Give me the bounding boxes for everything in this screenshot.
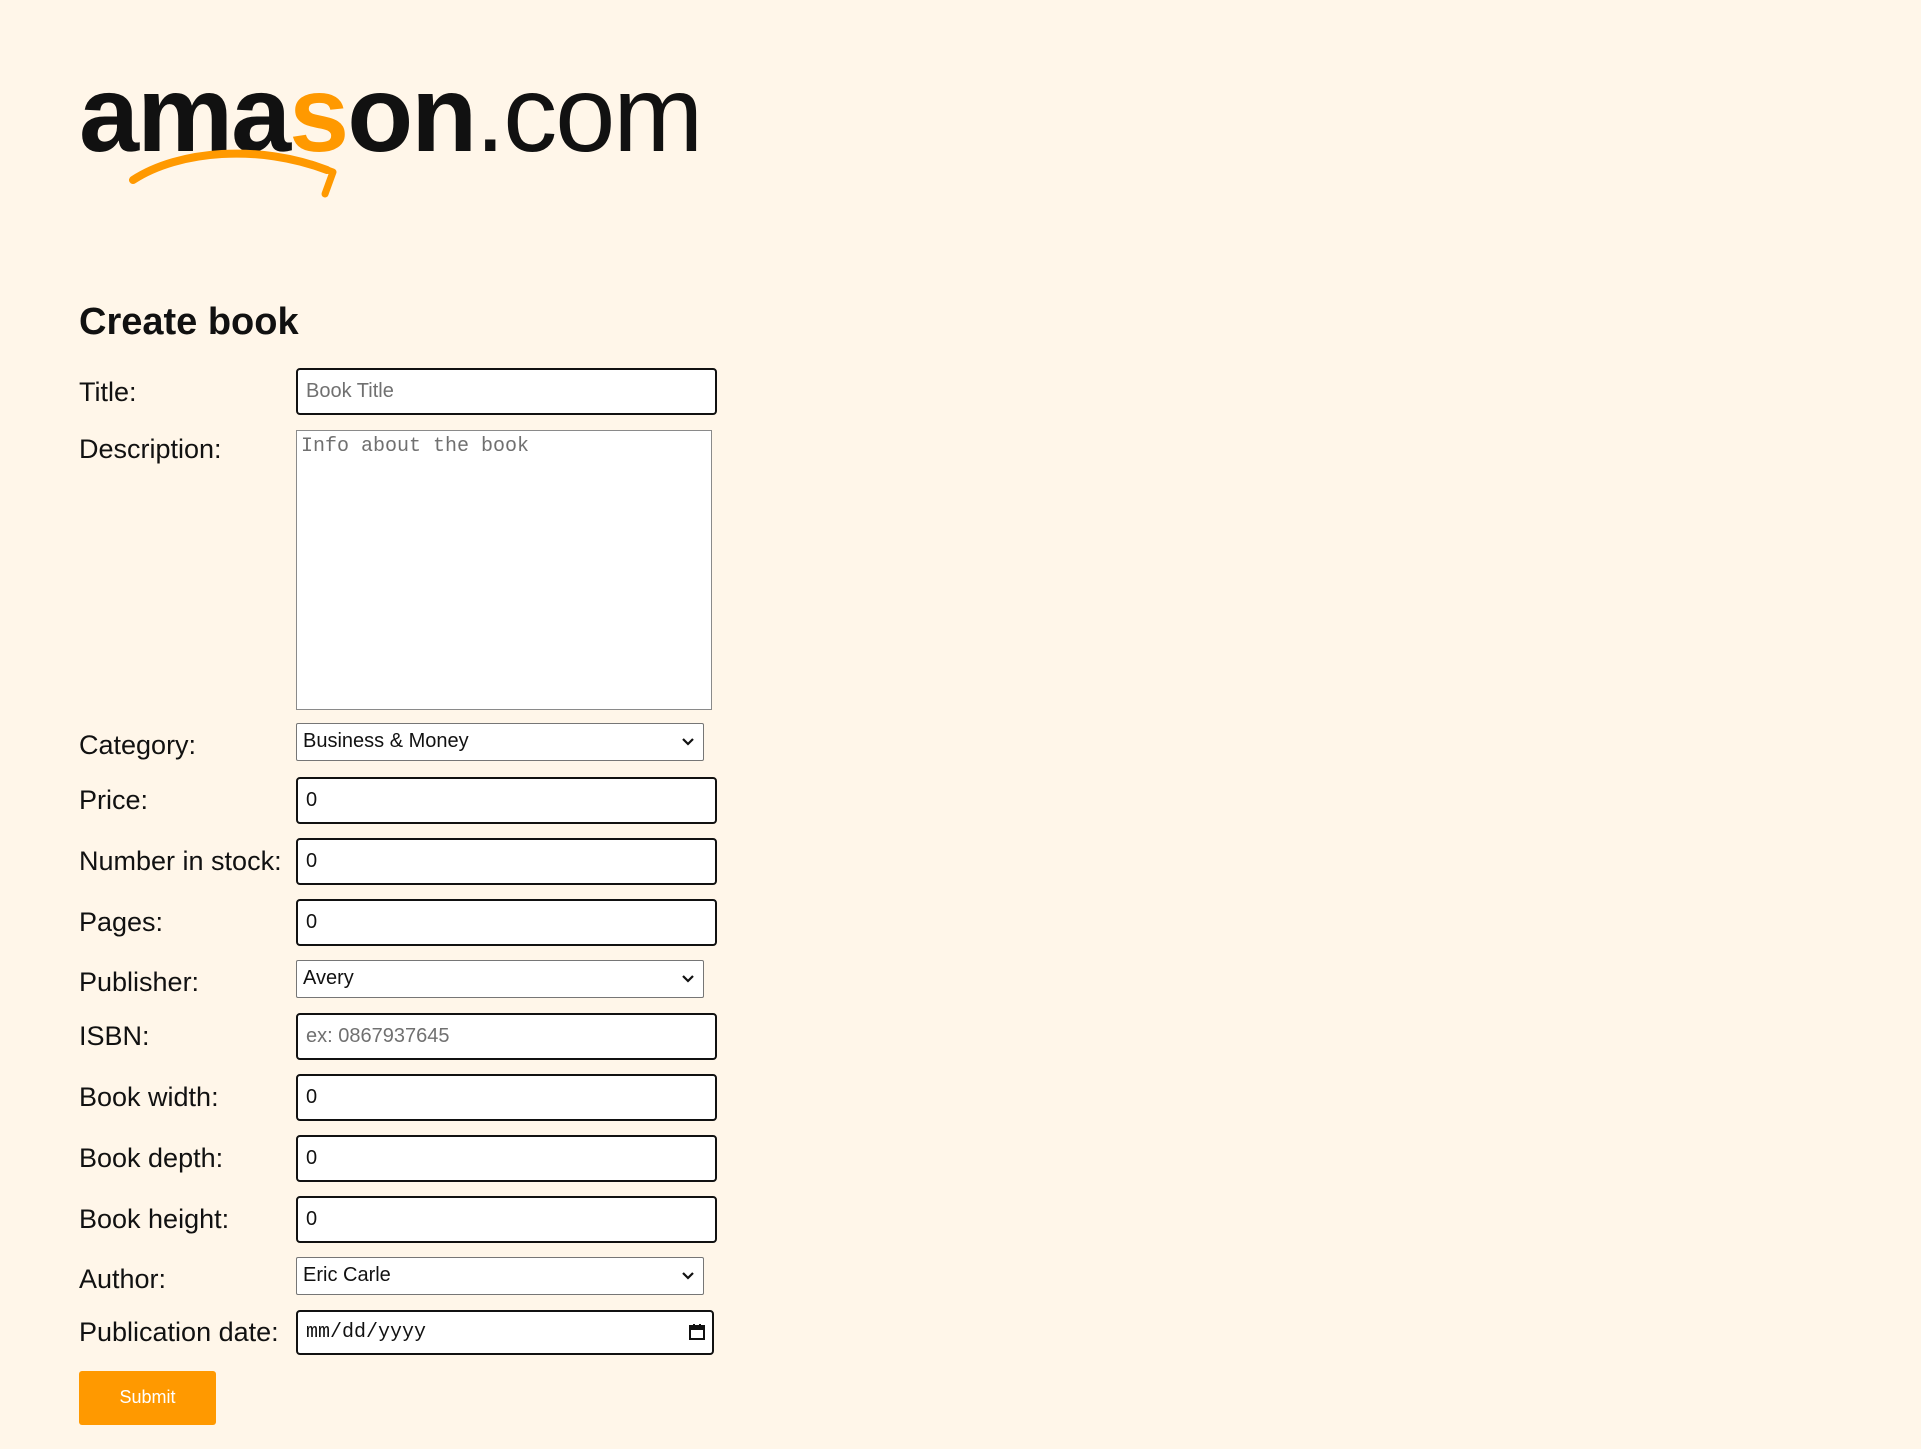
category-selected-value: Business & Money — [303, 730, 469, 753]
publisher-row: Publisher: Avery — [79, 959, 879, 1013]
main-container: amason.com Create book Title: Descriptio… — [79, 60, 879, 1425]
publisher-selected-value: Avery — [303, 967, 354, 990]
category-select[interactable]: Business & Money — [296, 722, 704, 761]
stock-label: Number in stock: — [79, 845, 282, 876]
publisher-label: Publisher: — [79, 966, 200, 997]
category-row: Category: Business & Money — [79, 722, 879, 777]
height-label: Book height: — [79, 1203, 230, 1234]
isbn-input[interactable] — [296, 1012, 717, 1060]
height-row: Book height: — [79, 1195, 879, 1257]
width-input[interactable] — [296, 1073, 717, 1121]
depth-row: Book depth: — [79, 1134, 879, 1196]
author-row: Author: Eric Carle — [79, 1256, 879, 1310]
price-label: Price: — [79, 784, 149, 815]
date-placeholder: mm/dd/yyyy — [306, 1320, 427, 1344]
description-textarea[interactable] — [296, 429, 712, 710]
publication-date-label: Publication date: — [79, 1316, 279, 1347]
pages-input[interactable] — [296, 898, 717, 946]
publisher-select[interactable]: Avery — [296, 959, 704, 998]
publication-date-input[interactable]: mm/dd/yyyy — [296, 1309, 714, 1355]
stock-row: Number in stock: — [79, 837, 879, 899]
price-input[interactable] — [296, 776, 717, 824]
title-label: Title: — [79, 376, 137, 407]
logo-text-suffix: on — [347, 53, 477, 174]
height-input[interactable] — [296, 1195, 717, 1243]
depth-label: Book depth: — [79, 1142, 224, 1173]
chevron-down-icon — [682, 975, 694, 983]
pages-label: Pages: — [79, 906, 164, 937]
isbn-row: ISBN: — [79, 1012, 879, 1074]
description-label: Description: — [79, 433, 222, 464]
title-input[interactable] — [296, 367, 717, 415]
author-label: Author: — [79, 1263, 167, 1294]
chevron-down-icon — [682, 738, 694, 746]
submit-button[interactable]: Submit — [79, 1370, 216, 1425]
amazon-logo[interactable]: amason.com — [79, 60, 703, 200]
isbn-label: ISBN: — [79, 1020, 150, 1051]
depth-input[interactable] — [296, 1134, 717, 1182]
stock-input[interactable] — [296, 837, 717, 885]
width-row: Book width: — [79, 1073, 879, 1135]
logo-text-dotcom: .com — [475, 53, 703, 174]
title-row: Title: — [79, 367, 879, 430]
calendar-icon[interactable] — [688, 1323, 706, 1341]
page-title: Create book — [79, 301, 299, 343]
description-row: Description: — [79, 429, 879, 723]
author-selected-value: Eric Carle — [303, 1264, 391, 1287]
category-label: Category: — [79, 729, 197, 760]
author-select[interactable]: Eric Carle — [296, 1256, 704, 1295]
publication-date-row: Publication date: mm/dd/yyyy — [79, 1309, 879, 1358]
smile-arrow-icon — [129, 149, 337, 198]
width-label: Book width: — [79, 1081, 219, 1112]
pages-row: Pages: — [79, 898, 879, 960]
chevron-down-icon — [682, 1272, 694, 1280]
price-row: Price: — [79, 776, 879, 838]
